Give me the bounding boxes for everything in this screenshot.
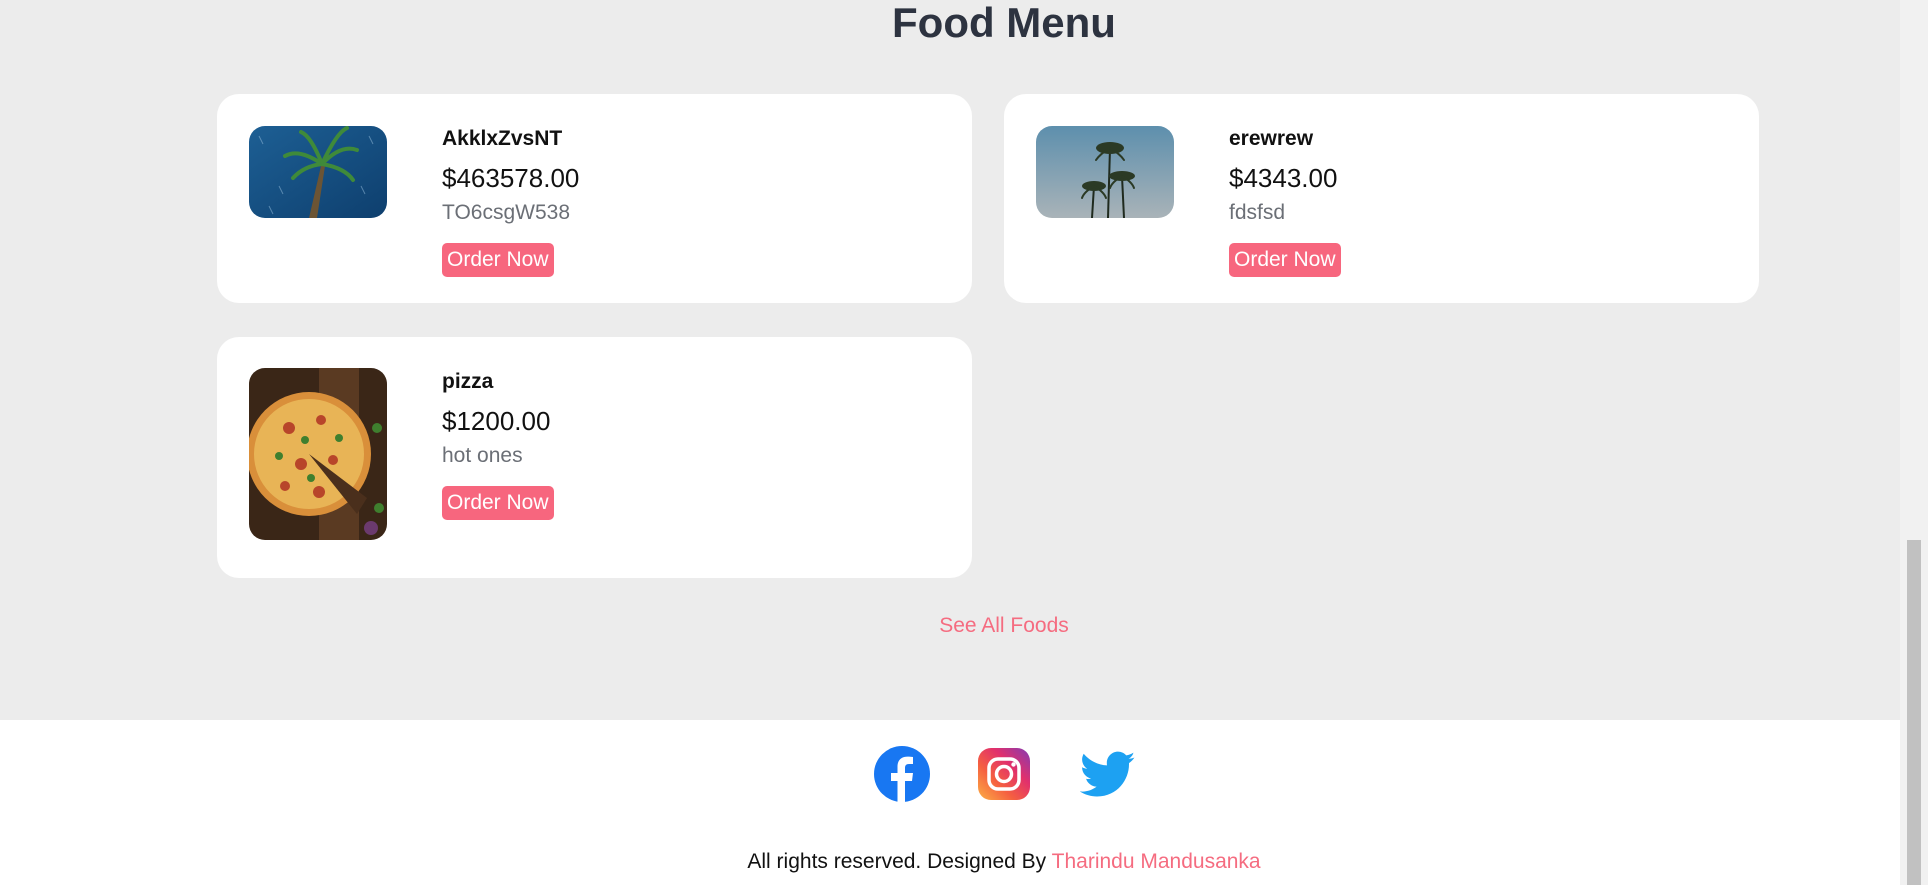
food-name: erewrew bbox=[1229, 127, 1314, 150]
footer: All rights reserved. Designed By Tharind… bbox=[0, 720, 1900, 885]
food-card: erewrew $4343.00 fdsfsd Order Now bbox=[1004, 94, 1759, 303]
food-name: pizza bbox=[442, 370, 494, 393]
food-description: TO6csgW538 bbox=[442, 201, 570, 224]
instagram-icon[interactable] bbox=[977, 747, 1031, 801]
food-info: AkklxZvsNT $463578.00 TO6csgW538 Order N… bbox=[442, 126, 579, 277]
order-now-button[interactable]: Order Now bbox=[442, 243, 554, 277]
scrollbar-thumb[interactable] bbox=[1907, 540, 1921, 885]
food-price: $1200.00 bbox=[442, 406, 551, 436]
food-card: pizza $1200.00 hot ones Order Now bbox=[217, 337, 972, 578]
section-title: Food Menu bbox=[892, 0, 1116, 46]
food-image bbox=[249, 368, 387, 540]
food-image bbox=[1036, 126, 1174, 218]
food-info: pizza $1200.00 hot ones Order Now bbox=[442, 369, 554, 520]
order-now-button[interactable]: Order Now bbox=[442, 486, 554, 520]
order-now-button[interactable]: Order Now bbox=[1229, 243, 1341, 277]
copyright-prefix: All rights reserved. Designed By bbox=[747, 850, 1052, 873]
author-link[interactable]: Tharindu Mandusanka bbox=[1052, 850, 1261, 873]
page: Food Menu AkklxZvsNT $463578.00 TO6csgW5… bbox=[0, 0, 1928, 885]
food-name: AkklxZvsNT bbox=[442, 127, 563, 150]
see-all-foods-link[interactable]: See All Foods bbox=[0, 614, 1928, 638]
food-description: hot ones bbox=[442, 444, 523, 467]
food-info: erewrew $4343.00 fdsfsd Order Now bbox=[1229, 126, 1341, 277]
facebook-icon[interactable] bbox=[873, 745, 931, 803]
twitter-icon[interactable] bbox=[1080, 751, 1136, 799]
food-card: AkklxZvsNT $463578.00 TO6csgW538 Order N… bbox=[217, 94, 972, 303]
vertical-scrollbar[interactable] bbox=[1900, 0, 1928, 885]
food-price: $463578.00 bbox=[442, 163, 580, 193]
food-menu-section: Food Menu AkklxZvsNT $463578.00 TO6csgW5… bbox=[0, 0, 1900, 720]
food-description: fdsfsd bbox=[1229, 201, 1286, 224]
food-price: $4343.00 bbox=[1229, 163, 1338, 193]
copyright-text: All rights reserved. Designed By Tharind… bbox=[0, 850, 1928, 874]
food-image bbox=[249, 126, 387, 218]
